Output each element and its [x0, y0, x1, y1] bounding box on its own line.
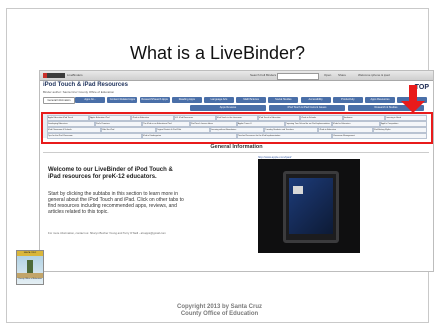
tab[interactable]: Apps for... [75, 97, 106, 103]
binder-tabs: General Information Apps for... Content Re… [43, 97, 430, 104]
livebinders-logo [43, 73, 65, 78]
video-player[interactable] [258, 159, 360, 253]
search-label: Search Full Binders [250, 73, 277, 77]
tab[interactable]: Social Studies [268, 97, 299, 103]
tab[interactable]: Accessibility [300, 97, 331, 103]
tab[interactable]: Apps Reviews [190, 105, 266, 111]
tab[interactable]: Reading Apps [171, 97, 202, 103]
copyright-footer: Copyright 2013 by Santa Cruz County Offi… [0, 304, 439, 318]
open-link[interactable]: Open [324, 73, 331, 77]
tab[interactable]: Apps Resources [365, 97, 395, 103]
logo-header: SANTA CRUZ [17, 251, 43, 256]
binder-subtitle: Binder author: Santa Cruz County Office … [43, 90, 115, 94]
tab[interactable]: General Information [43, 97, 75, 104]
tab[interactable]: Content Related Apps [107, 97, 138, 103]
footer-line1: Copyright 2013 by Santa Cruz [176, 304, 263, 310]
app-topbar: LiveBinders Search Full Binders Open Sha… [40, 71, 433, 81]
tab[interactable]: iPod Touch & iPad Current Issues [269, 105, 345, 111]
divider [43, 152, 429, 153]
tab[interactable]: Math/Science [236, 97, 267, 103]
tab[interactable]: Research/Search Apps [139, 97, 170, 103]
red-arrow-head-icon [401, 101, 425, 113]
intro-paragraph: Start by clicking the subtabs in this se… [48, 191, 184, 215]
welcome-heading: Welcome to our LiveBinder of iPod Touch … [48, 167, 173, 180]
tab[interactable]: Language Arts [204, 97, 234, 103]
tree-icon [27, 260, 33, 273]
binder-title: iPod Touch & iPad Resources [43, 82, 128, 88]
slide-title: What is a LiveBinder? [129, 43, 306, 63]
contact-text: For more information, contact us: Sharyn… [48, 231, 166, 235]
ipad-image [283, 171, 339, 243]
livebinder-screenshot: LiveBinders Search Full Binders Open Sha… [39, 70, 434, 272]
search-input[interactable] [277, 73, 319, 80]
logo-label: County Office of Education [18, 278, 42, 280]
tab[interactable]: Productivity [332, 97, 363, 103]
section-heading: General Information [210, 144, 263, 150]
share-link[interactable]: Share [338, 73, 346, 77]
highlight-box [41, 112, 433, 144]
binder-tabs-row2: Apps Reviews iPod Touch & iPad Current Is… [190, 105, 430, 111]
logo-text: LiveBinders [67, 73, 83, 77]
county-logo: SANTA CRUZ County Office of Education [16, 250, 44, 285]
welcome-text: Welcome iphone & ipad [358, 73, 390, 77]
footer-line2: County Office of Education [180, 311, 259, 317]
